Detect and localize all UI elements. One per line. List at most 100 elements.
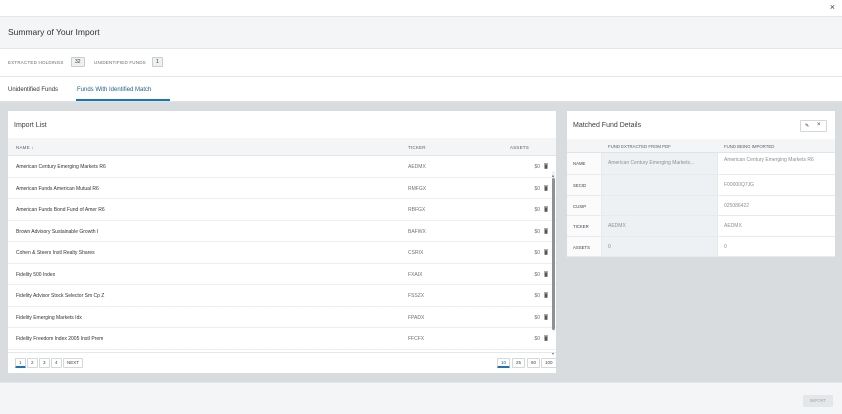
fund-ticker: RMFGX — [408, 185, 427, 192]
page-button-3[interactable]: 3 — [39, 358, 50, 368]
matched-row-secid: SECID F00000Q7JG — [567, 175, 835, 196]
trash-icon[interactable] — [544, 228, 548, 234]
imported-value: F00000Q7JG — [724, 182, 755, 188]
next-page-button[interactable]: NEXT — [63, 358, 84, 368]
matched-row-cusip: CUSIP 025086422 — [567, 195, 835, 216]
page-title: Summary of Your Import — [8, 27, 100, 37]
scroll-up-icon[interactable]: ▲ — [551, 173, 555, 178]
fund-assets: $0 — [534, 250, 540, 256]
field-label: CUSIP — [567, 195, 602, 215]
tab-unidentified-funds[interactable]: Unidentified Funds — [8, 87, 58, 93]
trash-icon[interactable] — [544, 292, 548, 298]
fund-name: Brown Advisory Sustainable Growth I — [16, 228, 99, 235]
table-row[interactable]: Fidelity Emerging Markets Idx FPADX $0 — [8, 307, 556, 328]
tab-funds-with-identified-match[interactable]: Funds With Identified Match — [77, 87, 151, 93]
table-row[interactable]: American Funds Bond Fund of Amer R6 RBFG… — [8, 199, 556, 221]
top-bar: × — [0, 0, 842, 17]
trash-icon[interactable] — [544, 335, 548, 341]
trash-icon[interactable] — [544, 163, 548, 169]
table-row[interactable]: American Funds American Mutual R6 RMFGX … — [8, 178, 556, 199]
table-row[interactable]: Cohen & Steers Instl Realty Shares CSRIX… — [8, 242, 556, 264]
fund-assets: $0 — [534, 271, 540, 278]
table-row[interactable]: Brown Advisory Sustainable Growth I BAFW… — [8, 221, 556, 242]
fund-name: American Funds Bond Fund of Amer R6 — [16, 207, 105, 213]
unidentified-funds-label: UNIDENTIFIED FUNDS — [94, 60, 146, 65]
column-header-assets[interactable]: ASSETS — [510, 145, 529, 150]
page-size-100[interactable]: 100 — [541, 358, 557, 368]
page-button-4[interactable]: 4 — [51, 358, 62, 368]
pdf-value: AEDMX — [602, 216, 718, 236]
fund-assets: $0 — [534, 293, 540, 299]
tab-bar: Unidentified Funds Funds With Identified… — [0, 77, 842, 102]
fund-assets: $0 — [534, 185, 540, 192]
trash-icon[interactable] — [544, 185, 548, 191]
fund-name: Fidelity Advisor Stock Selector Sm Cp Z — [16, 293, 105, 299]
close-icon[interactable]: × — [817, 122, 821, 128]
fund-name: Fidelity Freedom Index 2005 Instl Prem — [16, 336, 104, 342]
imported-value: 025086422 — [724, 202, 750, 209]
title-bar: Summary of Your Import — [0, 17, 842, 49]
fund-assets: $0 — [534, 228, 540, 235]
import-stats: EXTRACTED HOLDINGS 32 UNIDENTIFIED FUNDS… — [0, 49, 842, 77]
matched-row-ticker: TICKER AEDMX AEDMX — [567, 216, 835, 237]
table-row[interactable]: American Century Emerging Markets R6 AED… — [8, 156, 556, 178]
pdf-value — [602, 195, 718, 215]
imported-value: American Century Emerging Markets R6 — [724, 157, 814, 163]
unidentified-funds-count: 1 — [152, 57, 163, 67]
content-area: Import List NAME ↓ TICKER ASSETS America… — [0, 102, 842, 382]
field-label: NAME — [567, 153, 602, 174]
extracted-holdings-label: EXTRACTED HOLDINGS — [8, 60, 64, 65]
trash-icon[interactable] — [544, 249, 548, 255]
pdf-value: 0 — [602, 236, 718, 256]
trash-icon[interactable] — [544, 314, 548, 320]
fund-name: American Century Emerging Markets R6 — [16, 164, 106, 170]
matched-row-name: NAME American Century Emerging Markets..… — [567, 153, 835, 175]
fund-name: Fidelity 500 Index — [16, 271, 56, 278]
column-header-ticker[interactable]: TICKER — [408, 145, 426, 150]
trash-icon[interactable] — [544, 271, 548, 277]
table-row[interactable]: Fidelity 500 Index FXAIX $0 — [8, 264, 556, 285]
fund-name: Fidelity Emerging Markets Idx — [16, 314, 82, 321]
column-header-pdf: FUND EXTRACTED FROM PDF — [608, 144, 671, 149]
fund-assets: $0 — [534, 207, 540, 213]
page-button-2[interactable]: 2 — [27, 358, 38, 368]
scrollbar-thumb[interactable] — [552, 178, 555, 330]
panel-actions: ✎ × — [800, 120, 827, 132]
page-size-50[interactable]: 50 — [527, 358, 541, 368]
fund-name: Cohen & Steers Instl Realty Shares — [16, 250, 95, 256]
matched-row-assets: ASSETS 0 0 — [567, 236, 835, 257]
field-label: ASSETS — [567, 236, 602, 256]
fund-name: American Funds American Mutual R6 — [16, 185, 99, 192]
field-label: SECID — [567, 175, 602, 195]
matched-table-body: NAME American Century Emerging Markets..… — [567, 153, 835, 257]
fund-assets: $0 — [534, 314, 540, 321]
fund-ticker: FPADX — [408, 314, 425, 321]
table-header: NAME ↓ TICKER ASSETS — [8, 138, 556, 156]
matched-fund-details-panel: Matched Fund Details ✎ × FUND EXTRACTED … — [567, 111, 835, 257]
matched-fund-details-title: Matched Fund Details — [573, 122, 642, 129]
fund-ticker: RBFGX — [408, 207, 426, 213]
pdf-value — [602, 175, 718, 195]
column-header-imported: FUND BEING IMPORTED — [724, 144, 775, 149]
fund-ticker: FFCFX — [408, 336, 425, 342]
extracted-holdings-count: 32 — [71, 57, 85, 67]
trash-icon[interactable] — [544, 206, 548, 212]
page-size-25[interactable]: 25 — [512, 358, 526, 368]
table-row[interactable]: Fidelity Freedom Index 2005 Instl Prem F… — [8, 328, 556, 350]
import-button[interactable]: IMPORT — [803, 395, 833, 407]
page-size-10[interactable]: 10 — [497, 358, 511, 368]
fund-assets: $0 — [534, 164, 540, 170]
fund-ticker: FSSZX — [408, 293, 425, 299]
fund-ticker: CSRIX — [408, 250, 424, 256]
pagination: 1 2 3 4 NEXT 10 25 50 100 — [8, 352, 557, 373]
fund-ticker: FXAIX — [408, 271, 423, 278]
active-tab-indicator — [76, 99, 170, 101]
edit-icon[interactable]: ✎ — [805, 123, 809, 129]
table-row[interactable]: Fidelity Advisor Stock Selector Sm Cp Z … — [8, 285, 556, 307]
import-list-panel: Import List NAME ↓ TICKER ASSETS America… — [8, 111, 557, 373]
column-header-name[interactable]: NAME ↓ — [16, 145, 34, 150]
fund-ticker: AEDMX — [408, 164, 426, 170]
close-icon[interactable]: × — [830, 2, 835, 12]
page-button-1[interactable]: 1 — [15, 358, 26, 368]
pdf-value: American Century Emerging Markets... — [602, 153, 718, 174]
